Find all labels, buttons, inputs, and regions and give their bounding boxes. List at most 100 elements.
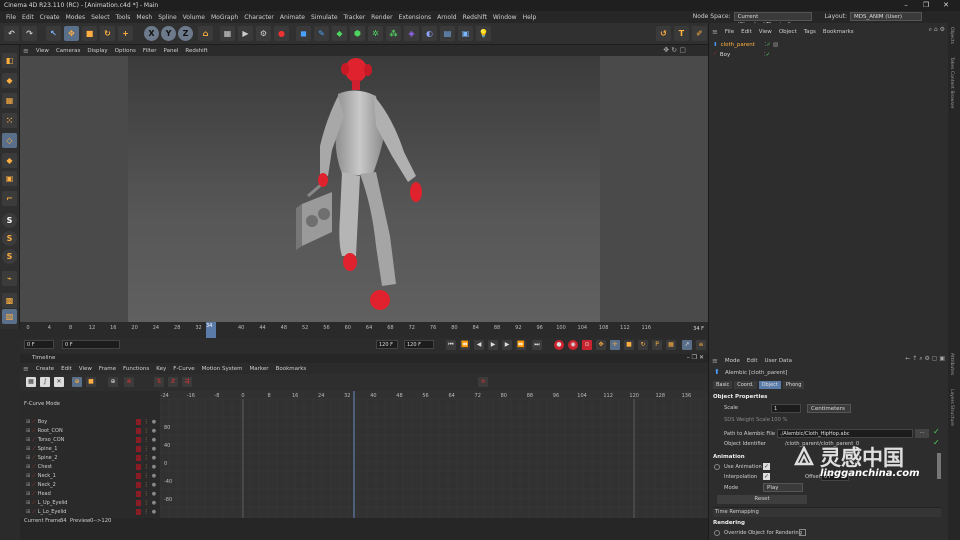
render-region-icon[interactable]: ▦ xyxy=(220,26,235,41)
key-preset-icon[interactable]: ⇶ xyxy=(182,377,192,387)
track-solo-icon[interactable]: ● xyxy=(152,482,156,488)
object-menu-view[interactable]: View xyxy=(759,29,772,35)
viewport-nav-icon[interactable]: ✥ ↻ ▢ xyxy=(663,46,686,54)
timeline-menu-icon[interactable]: ≡ xyxy=(696,340,706,350)
attribute-scrollbar[interactable] xyxy=(937,453,941,479)
track-lock-icon[interactable]: ⋮ xyxy=(144,428,149,434)
record-icon[interactable]: ● xyxy=(554,340,564,350)
polygons-mode-icon[interactable]: ◆ xyxy=(2,153,17,168)
scale-unit-dropdown[interactable]: Centimeters xyxy=(807,404,851,413)
solo-icon[interactable]: S xyxy=(2,213,17,228)
path-field[interactable]: ./Alembic/Cloth_HipHop.abc xyxy=(777,429,913,438)
track-expand-icon[interactable]: ⊞ xyxy=(26,473,30,479)
track-row[interactable]: ⊞ ⟋ Spine_1 ⋮ ● xyxy=(26,444,160,453)
track-expand-icon[interactable]: ⊞ xyxy=(26,428,30,434)
browse-button[interactable]: ... xyxy=(915,429,929,438)
menu-item-tools[interactable]: Tools xyxy=(116,14,131,21)
track-solo-icon[interactable]: ● xyxy=(152,419,156,425)
track-lock-icon[interactable]: ⋮ xyxy=(144,500,149,506)
track-row[interactable]: ⊞ ⟋ L_Lo_Eyelid ⋮ ● xyxy=(26,507,160,516)
track-lock-icon[interactable]: ⋮ xyxy=(144,464,149,470)
track-expand-icon[interactable]: ⊞ xyxy=(26,419,30,425)
track-solo-icon[interactable]: ● xyxy=(152,464,156,470)
text-tool-icon[interactable]: T xyxy=(674,26,689,41)
axis-y-button[interactable]: Y xyxy=(161,26,176,41)
object-menu-object[interactable]: Object xyxy=(779,29,797,35)
menu-item-spline[interactable]: Spline xyxy=(158,14,176,21)
menu-item-simulate[interactable]: Simulate xyxy=(311,14,338,21)
menu-item-tracker[interactable]: Tracker xyxy=(344,14,366,21)
track-row[interactable]: ⊞ ⟋ Spine_2 ⋮ ● xyxy=(26,453,160,462)
object-row[interactable]: ⬆ cloth_parent ⁚ ✓ ▧ xyxy=(713,40,943,49)
track-row[interactable]: ⊞ ⟋ Chest ⋮ ● xyxy=(26,462,160,471)
track-lock-icon[interactable]: ⋮ xyxy=(144,437,149,443)
array-icon[interactable]: ⬢ xyxy=(350,26,365,41)
timeline-menu-edit[interactable]: Edit xyxy=(61,366,72,372)
rotate-icon[interactable]: ↻ xyxy=(100,26,115,41)
brush-icon[interactable]: ✐ xyxy=(692,26,707,41)
render-settings-icon[interactable]: ⚙ xyxy=(256,26,271,41)
timeline-menu-marker[interactable]: Marker xyxy=(250,366,269,372)
animation-radio[interactable] xyxy=(714,464,720,470)
track-lock-icon[interactable]: ⋮ xyxy=(144,473,149,479)
side-tab-layers[interactable]: Layers xyxy=(949,389,954,404)
pen-icon[interactable]: ✎ xyxy=(314,26,329,41)
attribute-menu-user-data[interactable]: User Data xyxy=(765,358,792,364)
scale-icon[interactable]: ■ xyxy=(82,26,97,41)
record-rotation-icon[interactable]: ■ xyxy=(624,340,634,350)
timeline-menu-functions[interactable]: Functions xyxy=(123,366,149,372)
side-tab-takes[interactable]: Takes xyxy=(949,57,954,69)
object-enabled-check-icon[interactable]: ✓ xyxy=(766,52,771,58)
redo-icon[interactable]: ↷ xyxy=(22,26,37,41)
snap-icon[interactable]: ↺ xyxy=(656,26,671,41)
menu-item-arnold[interactable]: Arnold xyxy=(437,14,456,21)
track-expand-icon[interactable]: ⊞ xyxy=(26,482,30,488)
record-position-icon[interactable]: ✥ xyxy=(596,340,606,350)
camera-icon[interactable]: ▣ xyxy=(458,26,473,41)
axis-mode-icon[interactable]: ▣ xyxy=(2,171,17,186)
track-expand-icon[interactable]: ⊞ xyxy=(26,446,30,452)
object-menu-edit[interactable]: Edit xyxy=(741,29,752,35)
track-expand-icon[interactable]: ⊞ xyxy=(26,437,30,443)
object-tag-icon[interactable]: ▧ xyxy=(773,42,778,48)
workplane-icon[interactable]: ▩ xyxy=(2,293,17,308)
viewport-menu-cameras[interactable]: Cameras xyxy=(56,48,80,54)
track-lock-icon[interactable]: ⋮ xyxy=(144,482,149,488)
redshift-render-icon[interactable]: ● xyxy=(274,26,289,41)
snap-keys-icon[interactable]: ⊕ xyxy=(108,377,118,387)
attribute-menu-edit[interactable]: Edit xyxy=(747,358,758,364)
previous-key-icon[interactable]: ⏪ xyxy=(460,340,470,350)
texture-mode-icon[interactable]: ▦ xyxy=(2,93,17,108)
track-lock-icon[interactable]: ⋮ xyxy=(144,419,149,425)
track-expand-icon[interactable]: ⊞ xyxy=(26,491,30,497)
fcurve-mode-icon[interactable]: ∫ xyxy=(40,377,50,387)
min-frame-field[interactable]: 0 F xyxy=(62,340,120,349)
scheme-icon[interactable]: ↗ xyxy=(682,340,692,350)
maximize-icon[interactable]: ❐ xyxy=(916,0,936,11)
side-tab-objects[interactable]: Objects xyxy=(949,27,954,44)
move-icon[interactable]: ✥ xyxy=(64,26,79,41)
track-row[interactable]: ⊞ ⟋ Boy ⋮ ● xyxy=(26,417,160,426)
fcurve-graph[interactable]: -24 -16 -8 0 8 16 24 32 40 48 56 64 72 80 88 96 104 112 12… xyxy=(159,391,708,518)
override-checkbox[interactable] xyxy=(799,529,806,536)
attribute-nav-icons[interactable]: ← ↑ ⌕ ⚙ ▢ ▣ xyxy=(905,355,945,363)
layout-dropdown[interactable]: MDS_ANIM (User) xyxy=(850,12,922,21)
menu-item-mesh[interactable]: Mesh xyxy=(136,14,152,21)
side-tab-attributes[interactable]: Attributes xyxy=(949,353,954,375)
attribute-menu-mode[interactable]: Mode xyxy=(725,358,740,364)
go-to-end-icon[interactable]: ⏭ xyxy=(532,340,542,350)
make-editable-icon[interactable]: ◧ xyxy=(2,53,17,68)
viewport[interactable] xyxy=(20,56,708,322)
menu-item-render[interactable]: Render xyxy=(371,14,392,21)
next-frame-icon[interactable]: ▶ xyxy=(502,340,512,350)
menu-item-edit[interactable]: Edit xyxy=(22,14,34,21)
viewport-menu-options[interactable]: Options xyxy=(115,48,136,54)
object-enabled-check-icon[interactable]: ✓ xyxy=(766,42,771,48)
keyframe-selection-icon[interactable]: ⊙ xyxy=(582,340,592,350)
mograph-icon[interactable]: ⁂ xyxy=(386,26,401,41)
points-mode-icon[interactable]: ⁙ xyxy=(2,113,17,128)
model-mode-icon[interactable]: ◆ xyxy=(2,73,17,88)
interpolation-checkbox[interactable]: ✓ xyxy=(763,473,770,480)
track-row[interactable]: ⊞ ⟋ Neck_1 ⋮ ● xyxy=(26,471,160,480)
timeline-menu-motion-system[interactable]: Motion System xyxy=(202,366,243,372)
